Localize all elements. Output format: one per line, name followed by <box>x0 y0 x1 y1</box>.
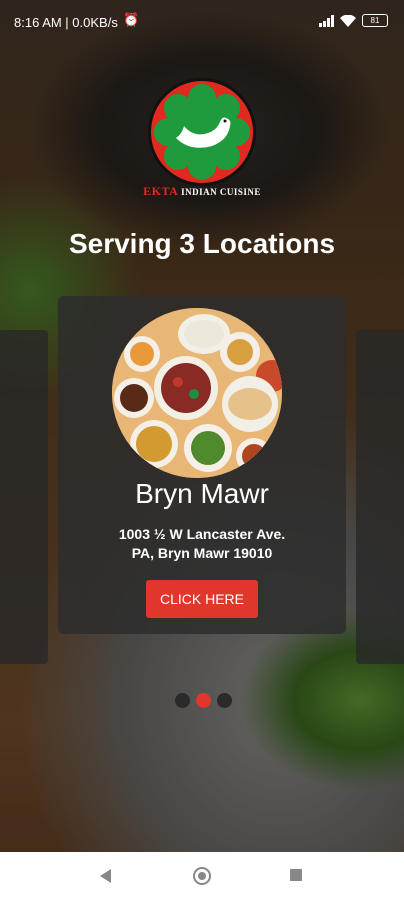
system-nav-bar <box>0 852 404 900</box>
signal-icon <box>319 14 334 27</box>
pager-dot-2[interactable] <box>196 693 211 708</box>
carousel-pager <box>175 693 232 708</box>
battery-level: 81 <box>370 16 380 25</box>
home-icon[interactable] <box>193 867 211 885</box>
recent-apps-icon[interactable] <box>290 869 302 881</box>
brand-name: EKTA INDIAN CUISINE <box>0 184 404 199</box>
location-card[interactable]: Bryn Mawr 1003 ½ W Lancaster Ave. PA, Br… <box>58 296 346 634</box>
click-here-button[interactable]: CLICK HERE <box>146 580 258 618</box>
pager-dot-3[interactable] <box>217 693 232 708</box>
carousel-prev-card[interactable] <box>0 330 48 664</box>
address-line-1: 1003 ½ W Lancaster Ave. <box>118 526 286 542</box>
address-line-2: PA, Bryn Mawr 19010 <box>131 545 273 561</box>
page-title: Serving 3 Locations <box>68 228 336 259</box>
battery-icon: 81 <box>362 14 388 27</box>
alarm-icon: ⏰ <box>123 12 140 27</box>
brand-name-rest: INDIAN CUISINE <box>181 187 261 197</box>
status-bar: 8:16 AM | 0.0KB/s ⏰ 81 <box>0 0 404 44</box>
back-icon[interactable] <box>100 869 111 883</box>
carousel-next-card[interactable] <box>356 330 404 664</box>
brand-name-red: EKTA <box>143 184 178 198</box>
pager-dot-1[interactable] <box>175 693 190 708</box>
food-thumbnail <box>112 308 282 478</box>
status-time: 8:16 AM | 0.0KB/s <box>14 15 118 30</box>
location-name: Bryn Mawr <box>135 478 269 509</box>
status-icons: 81 <box>319 14 388 27</box>
wifi-icon <box>340 14 356 27</box>
ekta-logo <box>148 78 256 186</box>
